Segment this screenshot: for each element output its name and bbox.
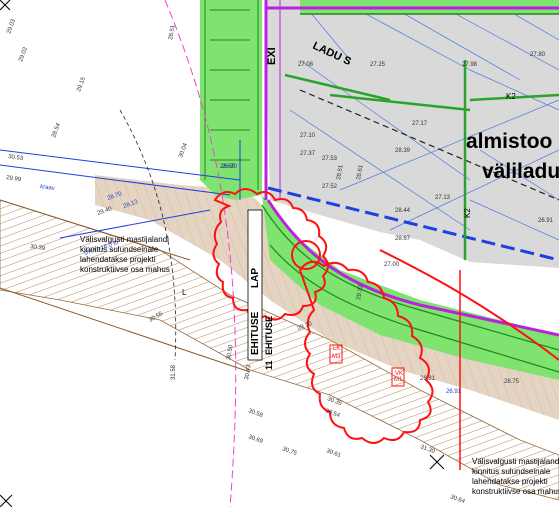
elevation-label: 28.39	[395, 148, 411, 154]
elevation-label: 30.58	[247, 408, 264, 419]
site-plan-canvas: almistoo väliladu LADU S EXI EHITUSE LAP…	[0, 0, 559, 507]
road-label-ehituse-upper: EHITUSE	[250, 311, 261, 355]
road-label-ehituse-right: EHITUSE	[503, 272, 543, 292]
elevation-label: 26.70	[222, 164, 238, 170]
elevation-label: 28.75	[504, 379, 520, 385]
note-right-line-2: kinnitus sulundseinale	[472, 467, 551, 476]
elevation-label: 30.54	[324, 408, 341, 419]
elevation-label: 29.99	[6, 175, 22, 183]
building-name-line2: väliladu	[482, 160, 559, 183]
elevation-label: 27.25	[370, 62, 386, 68]
note-right-line-3: lahendatakse projekti	[472, 477, 548, 486]
label-m1: M1	[394, 377, 403, 383]
elevation-label: 30.61	[325, 448, 342, 459]
building-name-line1: almistoo	[466, 130, 552, 153]
elevation-label: 29.15	[76, 76, 87, 93]
label-kraav: kraav	[40, 184, 55, 192]
elevation-label: 26.91	[538, 218, 554, 224]
road-label-nr: 11	[264, 360, 274, 370]
elevation-label: 30.43	[244, 364, 253, 380]
road-label-exi: EXI	[266, 47, 278, 65]
elevation-label: 30.75	[281, 446, 298, 457]
elevation-label: 29.40	[97, 206, 114, 217]
note-right-line-4: konstruktiivse osa mahus	[472, 487, 559, 496]
elevation-label: 27.98	[462, 62, 478, 68]
elevation-label: 27.00	[384, 262, 400, 268]
elevation-label: 30.69	[247, 434, 264, 445]
elevation-label: 27.37	[300, 151, 316, 157]
note-left-line-3: lahendatakse projekti	[80, 255, 156, 264]
elevation-label: 28.51	[168, 24, 177, 40]
note-right: Välisvalgusti mastijalandi kinnitus sulu…	[472, 457, 559, 496]
elevation-label: 30.04	[178, 142, 189, 159]
label-lk: LK	[333, 346, 340, 352]
elevation-label: 28.67	[395, 236, 411, 242]
elevation-label: 27.53	[322, 156, 338, 162]
label-vk: VK	[395, 371, 403, 377]
label-k2-top: K2	[506, 92, 516, 101]
elevation-label: 26.81	[420, 376, 436, 382]
road-label-lap: LAP	[250, 268, 261, 288]
elevation-label: 27.80	[530, 52, 546, 58]
road-label-ehituse-lower: EHITUSE	[264, 316, 274, 355]
elevation-label: 30.64	[449, 494, 466, 505]
elevation-label: 27.10	[300, 133, 316, 139]
elevation-label: 27.17	[412, 121, 428, 127]
elevation-label: 27.13	[435, 195, 451, 201]
elevation-label: 31.58	[171, 364, 177, 380]
elevation-label: 30.53	[8, 154, 24, 162]
elevation-label: 26.91	[446, 389, 462, 395]
elevation-label: 28.44	[395, 208, 411, 214]
label-sign-l: L	[182, 288, 187, 297]
elevation-label: 27.08	[298, 62, 314, 68]
note-left-line-4: konstruktiivse osa mahus	[80, 265, 170, 274]
note-left-line-2: kinnitus sulundseinale	[80, 245, 159, 254]
elevation-label: 29.02	[18, 46, 29, 63]
note-left-line-1: Välisvalgusti mastijalandi	[80, 235, 169, 244]
label-m3: M3	[332, 354, 341, 360]
elevation-label: 28.54	[51, 122, 62, 139]
label-k2-mid: K2	[463, 208, 472, 218]
elevation-label: 29.03	[6, 18, 17, 35]
elevation-label: 27.52	[322, 184, 338, 190]
note-right-line-1: Välisvalgusti mastijalandi	[472, 457, 559, 466]
